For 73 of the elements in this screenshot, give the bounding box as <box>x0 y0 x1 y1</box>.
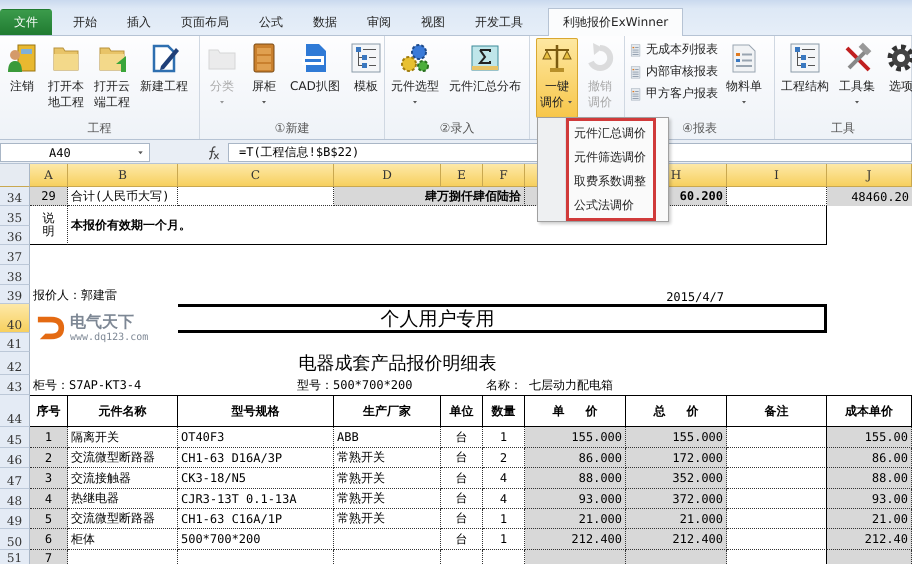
group-label: ①新建 <box>274 120 310 137</box>
table-cell: 172.000 <box>626 448 727 468</box>
table-cell: 500*700*200 <box>178 529 334 550</box>
table-cell: 48460.20 <box>827 187 912 206</box>
table-cell: 7 <box>30 550 68 564</box>
table-cell: 台 <box>441 427 483 448</box>
table-cell: 合计(人民币大写) <box>68 187 178 206</box>
table-cell: 交流微型断路器 <box>68 509 178 529</box>
table-cell: 212.400 <box>525 529 626 550</box>
product-name: 名称： 七层动力配电箱 <box>485 376 614 394</box>
table-cell: 交流接触器 <box>68 468 178 489</box>
cabinet-number: 柜号：S7AP-KT3-4 <box>32 376 142 394</box>
table-cell: 155.000 <box>525 427 626 448</box>
table-cell: 台 <box>441 448 483 468</box>
table-cell: 1 <box>30 427 68 448</box>
table-cell: 212.40 <box>827 529 912 550</box>
table-cell: 21.000 <box>525 509 626 529</box>
table-cell: 常熟开关 <box>334 448 441 468</box>
table-cell: 台 <box>441 509 483 529</box>
table-cell: 88.000 <box>525 468 626 489</box>
table-cell: 21.00 <box>827 509 912 529</box>
table-cell: 热继电器 <box>68 489 178 509</box>
table-cell: 3 <box>30 468 68 489</box>
table-cell: 4 <box>30 489 68 509</box>
table-cell: 93.000 <box>525 489 626 509</box>
logo-url: www.dq123.com <box>70 330 148 344</box>
group-label: 工程 <box>88 120 112 137</box>
table-cell: 5 <box>30 509 68 529</box>
table-cell: 29 <box>30 187 68 206</box>
table-cell: 6 <box>30 529 68 550</box>
table-cell: 常熟开关 <box>334 489 441 509</box>
table-cell: CK3-18/N5 <box>178 468 334 489</box>
table-cell: 柜体 <box>68 529 178 550</box>
table-cell: 台 <box>441 529 483 550</box>
group-label: ②录入 <box>440 120 474 137</box>
column-heading: 单位 <box>441 395 483 427</box>
table-cell: 隔离开关 <box>68 427 178 448</box>
table-cell: 交流微型断路器 <box>68 448 178 468</box>
table-cell: 155.00 <box>827 427 912 448</box>
table-cell: 372.000 <box>626 489 727 509</box>
note-label: 说明 <box>42 212 54 238</box>
column-heading: 生产厂家 <box>334 395 441 427</box>
table-cell: 352.000 <box>626 468 727 489</box>
table-cell: 86.000 <box>525 448 626 468</box>
table-cell: 86.00 <box>827 448 912 468</box>
table-cell: 21.000 <box>626 509 727 529</box>
table-cell: CH1-63 C16A/1P <box>178 509 334 529</box>
table-cell: 常熟开关 <box>334 468 441 489</box>
column-heading: 型号规格 <box>178 395 334 427</box>
table-cell: 155.000 <box>626 427 727 448</box>
group-label: 工具 <box>831 120 855 137</box>
column-heading: 备注 <box>727 395 827 427</box>
table-cell: CJR3-13T 0.1-13A <box>178 489 334 509</box>
table-cell: 台 <box>441 489 483 509</box>
table-cell: 93.00 <box>827 489 912 509</box>
date-text: 2015/4/7 <box>665 289 725 304</box>
table-cell: 台 <box>441 468 483 489</box>
column-heading: 数量 <box>483 395 525 427</box>
table-cell: 2 <box>30 448 68 468</box>
quoter-text: 报价人：郭建雷 <box>32 287 118 304</box>
sheet-title: 电器成套产品报价明细表 <box>298 352 498 375</box>
table-cell: OT40F3 <box>178 427 334 448</box>
banner-text: 个人用户专用 <box>178 304 827 333</box>
table-cell: 常熟开关 <box>334 509 441 529</box>
table-cell: 88.00 <box>827 468 912 489</box>
table-cell: CH1-63 D16A/3P <box>178 448 334 468</box>
group-label: ④报表 <box>682 120 717 137</box>
table-cell: 肆万捌仟肆佰陆拾 <box>334 187 525 206</box>
model-text: 型号：500*700*200 <box>297 376 412 394</box>
table-cell: 212.400 <box>626 529 727 550</box>
table-cell: ABB <box>334 427 441 448</box>
logo-name: 电气天下 <box>70 312 135 330</box>
column-heading: 元件名称 <box>68 395 178 427</box>
